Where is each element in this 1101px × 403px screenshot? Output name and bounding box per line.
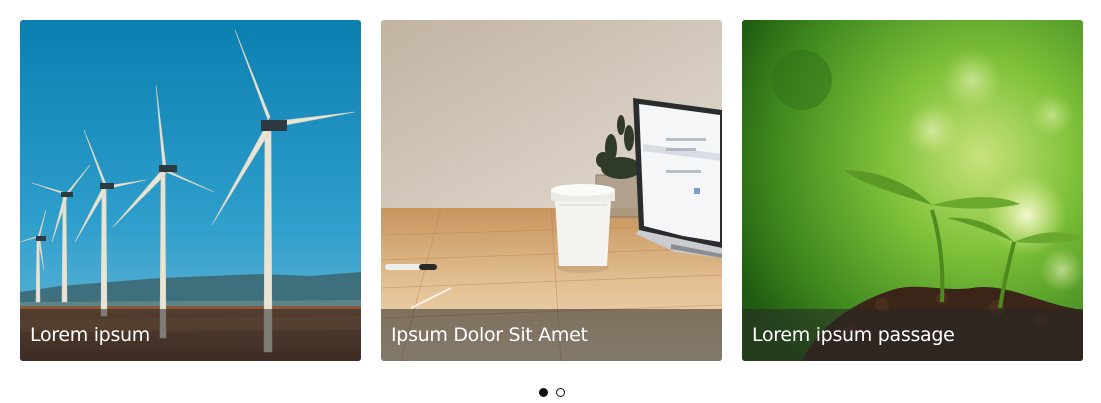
carousel-slide-wind-turbines[interactable]: Lorem ipsum [20, 20, 361, 361]
slide-caption-text: Lorem ipsum [30, 324, 150, 346]
slide-caption: Ipsum Dolor Sit Amet [381, 309, 722, 361]
pagination-dot-1[interactable] [538, 388, 548, 397]
slide-caption: Lorem ipsum [20, 309, 361, 361]
slide-caption: Lorem ipsum passage [742, 309, 1083, 361]
image-carousel: Lorem ipsum Ipsum Dolor Sit Amet Lorem i… [0, 0, 1101, 403]
carousel-slide-desk[interactable]: Ipsum Dolor Sit Amet [381, 20, 722, 361]
carousel-slide-seedling[interactable]: Lorem ipsum passage [742, 20, 1083, 361]
slide-caption-text: Ipsum Dolor Sit Amet [391, 324, 588, 346]
carousel-pagination [0, 388, 1101, 397]
slide-caption-text: Lorem ipsum passage [752, 324, 955, 346]
pagination-dot-2[interactable] [555, 388, 565, 397]
carousel-track: Lorem ipsum Ipsum Dolor Sit Amet Lorem i… [20, 20, 1083, 361]
